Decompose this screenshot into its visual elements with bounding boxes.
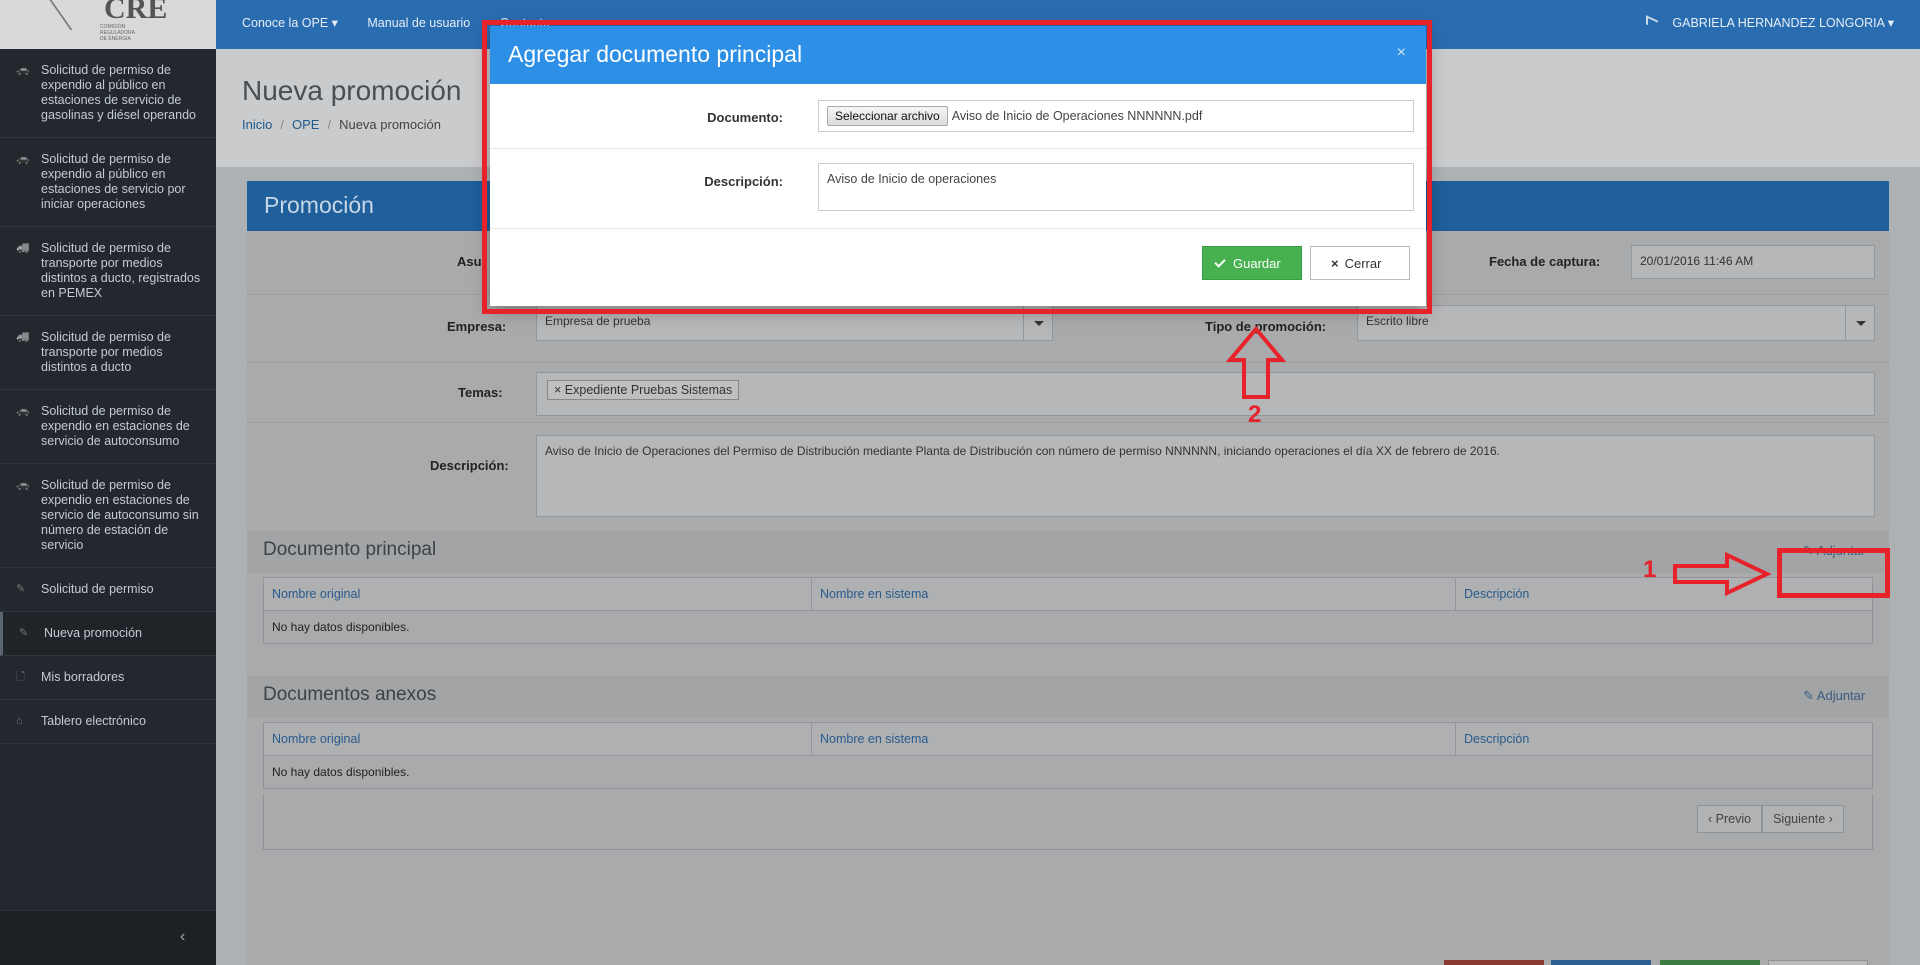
sidebar-item-label: Solicitud de permiso (41, 582, 154, 596)
sidebar-item-9[interactable]: 🗋 Mis borradores (0, 656, 216, 700)
cre-logo: CRE COMISIÓN REGULADORA DE ENERGÍA (0, 0, 216, 49)
adjuntar-anexos-button[interactable]: ✎ Adjuntar (1803, 688, 1865, 704)
truck-icon: 🚚 (16, 331, 30, 343)
fecha-field: 20/01/2016 11:46 AM (1631, 245, 1875, 279)
sidebar-item-1[interactable]: 🚗 Solicitud de permiso de expendio al púb… (0, 49, 216, 138)
sidebar-item-10[interactable]: ⌂ Tablero electrónico (0, 700, 216, 744)
annotation-step-2: 2 (1248, 401, 1262, 428)
action-button-green[interactable] (1660, 960, 1760, 965)
nav-manual-usuario[interactable]: Manual de usuario (367, 16, 470, 30)
pencil-icon: ✎ (16, 583, 26, 595)
documentos-anexos-table: Nombre original Nombre en sistema Descri… (263, 722, 1873, 789)
page-title: Nueva promoción (242, 75, 462, 106)
annotation-step-1: 1 (1643, 556, 1657, 583)
sidebar-item-4[interactable]: 🚚 Solicitud de permiso de transporte por … (0, 316, 216, 390)
sidebar-item-label: Solicitud de permiso de expendio al públ… (41, 152, 186, 211)
sidebar: CRE COMISIÓN REGULADORA DE ENERGÍA 🚗 Soli… (0, 0, 216, 965)
annotation-modal-frame (482, 20, 1432, 314)
sidebar-item-label: Solicitud de permiso de transporte por m… (41, 330, 171, 374)
col-nombre-sistema[interactable]: Nombre en sistema (811, 577, 1456, 611)
documento-principal-table: Nombre original Nombre en sistema Descri… (263, 577, 1873, 644)
tag-remove-icon[interactable]: × (554, 383, 561, 397)
sidebar-item-label: Solicitud de permiso de expendio al públ… (41, 63, 196, 122)
action-button-default[interactable] (1768, 960, 1868, 965)
car-icon: 🚗 (16, 405, 30, 417)
action-button-blue[interactable] (1551, 960, 1651, 965)
empresa-label: Empresa: (447, 319, 507, 334)
sidebar-item-label: Solicitud de permiso de expendio en esta… (41, 478, 199, 552)
logo-subtitle: COMISIÓN REGULADORA DE ENERGÍA (100, 24, 135, 42)
annotation-adjuntar-frame (1777, 548, 1890, 598)
sidebar-item-label: Mis borradores (41, 670, 125, 684)
pager: ‹ Previo Siguiente › (1697, 805, 1844, 833)
sidebar-item-label: Nueva promoción (44, 626, 142, 640)
sidebar-item-7[interactable]: ✎ Solicitud de permiso (0, 568, 216, 612)
breadcrumb: Inicio / OPE / Nueva promoción (242, 117, 441, 132)
adjuntar-anexos-label: Adjuntar (1816, 688, 1866, 703)
sidebar-item-label: Solicitud de permiso de expendio en esta… (41, 404, 190, 448)
col-descripcion[interactable]: Descripción (1455, 722, 1873, 756)
sidebar-item-3[interactable]: 🚚 Solicitud de permiso de transporte por … (0, 227, 216, 316)
file-icon: 🗋 (16, 671, 25, 683)
fecha-label: Fecha de captura: (1489, 254, 1601, 269)
user-menu[interactable]: GABRIELA HERNANDEZ LONGORIA ▾ (1646, 15, 1894, 30)
descripcion-textarea[interactable]: Aviso de Inicio de Operaciones del Permi… (536, 435, 1875, 517)
flag-icon (1646, 15, 1659, 30)
action-button-red[interactable] (1444, 960, 1544, 965)
row-temas: Temas: × Expediente Pruebas Sistemas (247, 363, 1889, 423)
tema-tag-label: Expediente Pruebas Sistemas (564, 383, 733, 397)
prev-page-button[interactable]: ‹ Previo (1697, 805, 1763, 833)
sidebar-item-5[interactable]: 🚗 Solicitud de permiso de expendio en est… (0, 390, 216, 464)
sidebar-item-label: Tablero electrónico (41, 714, 146, 728)
sidebar-item-8[interactable]: ✎ Nueva promoción (0, 612, 216, 656)
annotation-arrow-up-icon (1226, 326, 1286, 399)
next-page-button[interactable]: Siguiente › (1762, 805, 1844, 833)
tipo-dropdown-button[interactable] (1845, 305, 1875, 341)
documento-principal-title: Documento principal (263, 539, 437, 560)
temas-label: Temas: (458, 385, 503, 400)
car-icon: 🚗 (16, 479, 30, 491)
pencil-icon: ✎ (19, 627, 29, 639)
col-nombre-sistema[interactable]: Nombre en sistema (811, 722, 1456, 756)
breadcrumb-current: Nueva promoción (339, 117, 441, 132)
documentos-anexos-title: Documentos anexos (263, 684, 437, 705)
sidebar-collapse-button[interactable]: ‹ (0, 910, 216, 965)
sidebar-item-6[interactable]: 🚗 Solicitud de permiso de expendio en est… (0, 464, 216, 568)
chevron-left-icon: ‹ (180, 928, 186, 945)
sidebar-item-label: Solicitud de permiso de transporte por m… (41, 241, 201, 300)
inbox-icon: ⌂ (16, 715, 23, 727)
col-nombre-original[interactable]: Nombre original (263, 722, 812, 756)
car-icon: 🚗 (16, 153, 30, 165)
empty-message: No hay datos disponibles. (263, 610, 1873, 644)
asunto-label: Asu (457, 254, 482, 269)
col-nombre-original[interactable]: Nombre original (263, 577, 812, 611)
nav-conoce-ope[interactable]: Conoce la OPE ▾ (242, 16, 338, 30)
pager-area (263, 794, 1873, 850)
annotation-arrow-right-icon (1673, 552, 1772, 596)
breadcrumb-ope[interactable]: OPE (292, 117, 319, 132)
user-name: GABRIELA HERNANDEZ LONGORIA ▾ (1672, 16, 1894, 30)
breadcrumb-inicio[interactable]: Inicio (242, 117, 272, 132)
descripcion-label: Descripción: (430, 458, 509, 473)
empty-message: No hay datos disponibles. (263, 755, 1873, 789)
truck-icon: 🚚 (16, 242, 30, 254)
sidebar-item-2[interactable]: 🚗 Solicitud de permiso de expendio al púb… (0, 138, 216, 227)
temas-field[interactable]: × Expediente Pruebas Sistemas (536, 372, 1875, 416)
tema-tag: × Expediente Pruebas Sistemas (547, 380, 740, 400)
logo-text: CRE (104, 0, 168, 25)
row-descripcion: Descripción: Aviso de Inicio de Operacio… (247, 423, 1889, 517)
car-icon: 🚗 (16, 64, 30, 76)
